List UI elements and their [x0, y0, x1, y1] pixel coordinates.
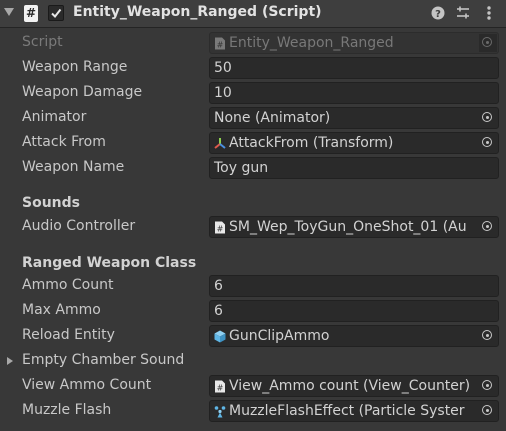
audio-controller-label: Audio Controller — [22, 218, 136, 234]
animator-value: None (Animator) — [214, 110, 331, 126]
muzzle-flash-field[interactable]: MuzzleFlashEffect (Particle Syster — [209, 400, 499, 422]
ammo-count-label: Ammo Count — [22, 277, 114, 293]
context-menu-icon[interactable] — [481, 5, 497, 21]
transform-icon — [214, 138, 226, 149]
audio-controller-field[interactable]: # SM_Wep_ToyGun_OneShot_01 (Au — [209, 216, 499, 238]
reload-entity-value: GunClipAmmo — [229, 328, 330, 344]
muzzle-flash-label: Muzzle Flash — [22, 402, 112, 418]
component-header[interactable]: # Entity_Weapon_Ranged (Script) ? — [0, 0, 506, 28]
weapon-range-label: Weapon Range — [22, 59, 128, 75]
ammo-count-field[interactable]: 6 — [209, 275, 499, 297]
weapon-damage-value[interactable]: 10 — [214, 85, 232, 101]
object-picker-icon[interactable] — [479, 377, 497, 395]
script-field: # Entity_Weapon_Ranged — [209, 32, 499, 54]
weapon-range-row: Weapon Range 50 — [0, 56, 506, 81]
particle-system-icon — [214, 406, 226, 418]
reload-entity-label: Reload Entity — [22, 327, 115, 343]
view-ammo-count-label: View Ammo Count — [22, 377, 152, 393]
animator-label: Animator — [22, 109, 87, 125]
weapon-damage-field[interactable]: 10 — [209, 82, 499, 104]
weapon-name-field[interactable]: Toy gun — [209, 157, 499, 179]
weapon-range-field[interactable]: 50 — [209, 57, 499, 79]
enabled-checkbox[interactable] — [48, 5, 64, 21]
script-icon: # — [24, 5, 38, 22]
max-ammo-value[interactable]: 6 — [214, 303, 223, 319]
reload-entity-field[interactable]: GunClipAmmo — [209, 325, 499, 347]
weapon-name-label: Weapon Name — [22, 159, 125, 175]
attack-from-value: AttackFrom (Transform) — [229, 135, 394, 151]
audio-controller-row: Audio Controller # SM_Wep_ToyGun_OneShot… — [0, 215, 506, 240]
object-picker-icon — [479, 34, 497, 52]
max-ammo-field[interactable]: 6 — [209, 300, 499, 322]
ammo-count-row: Ammo Count 6 — [0, 274, 506, 299]
audio-controller-value: SM_Wep_ToyGun_OneShot_01 (Au — [229, 219, 467, 235]
muzzle-flash-value: MuzzleFlashEffect (Particle Syster — [229, 403, 465, 419]
script-file-icon: # — [215, 221, 225, 234]
reload-entity-row: Reload Entity GunClipAmmo — [0, 324, 506, 349]
object-picker-icon[interactable] — [479, 109, 497, 127]
max-ammo-row: Max Ammo 6 — [0, 299, 506, 324]
component-title: Entity_Weapon_Ranged (Script) — [73, 4, 322, 20]
view-ammo-count-value: View_Ammo count (View_Counter) — [229, 378, 471, 394]
ammo-count-value[interactable]: 6 — [214, 278, 223, 294]
object-picker-icon[interactable] — [479, 327, 497, 345]
ranged-weapon-class-heading: Ranged Weapon Class — [22, 255, 197, 271]
sounds-heading: Sounds — [22, 195, 80, 211]
script-file-icon: # — [215, 380, 225, 393]
svg-text:#: # — [217, 384, 224, 393]
svg-text:#: # — [217, 225, 224, 234]
script-row: Script # Entity_Weapon_Ranged — [0, 31, 506, 56]
weapon-name-value[interactable]: Toy gun — [214, 160, 268, 176]
weapon-range-value[interactable]: 50 — [214, 60, 232, 76]
weapon-name-row: Weapon Name Toy gun — [0, 156, 506, 181]
muzzle-flash-row: Muzzle Flash MuzzleFlashEffect (Particle… — [0, 399, 506, 424]
attack-from-field[interactable]: AttackFrom (Transform) — [209, 132, 499, 154]
script-file-icon: # — [215, 37, 225, 50]
object-picker-icon[interactable] — [479, 402, 497, 420]
object-picker-icon[interactable] — [479, 218, 497, 236]
prefab-cube-icon — [214, 330, 226, 343]
empty-chamber-sound-label[interactable]: Empty Chamber Sound — [22, 352, 184, 368]
empty-chamber-sound-row[interactable]: Empty Chamber Sound — [0, 349, 506, 374]
svg-text:#: # — [217, 41, 224, 50]
svg-text:?: ? — [435, 9, 441, 20]
attack-from-label: Attack From — [22, 134, 106, 150]
script-label: Script — [22, 34, 63, 50]
attack-from-row: Attack From AttackFrom (Transform) — [0, 131, 506, 156]
object-picker-icon[interactable] — [479, 134, 497, 152]
max-ammo-label: Max Ammo — [22, 302, 101, 318]
foldout-arrow-icon[interactable] — [7, 357, 13, 365]
presets-icon[interactable] — [455, 5, 471, 21]
help-icon[interactable]: ? — [430, 5, 446, 21]
animator-field[interactable]: None (Animator) — [209, 107, 499, 129]
view-ammo-count-field[interactable]: # View_Ammo count (View_Counter) — [209, 375, 499, 397]
script-value: Entity_Weapon_Ranged — [229, 35, 394, 51]
animator-row: Animator None (Animator) — [0, 106, 506, 131]
collapse-arrow-icon[interactable] — [4, 8, 14, 16]
view-ammo-count-row: View Ammo Count # View_Ammo count (View_… — [0, 374, 506, 399]
weapon-damage-row: Weapon Damage 10 — [0, 81, 506, 106]
weapon-damage-label: Weapon Damage — [22, 84, 143, 100]
